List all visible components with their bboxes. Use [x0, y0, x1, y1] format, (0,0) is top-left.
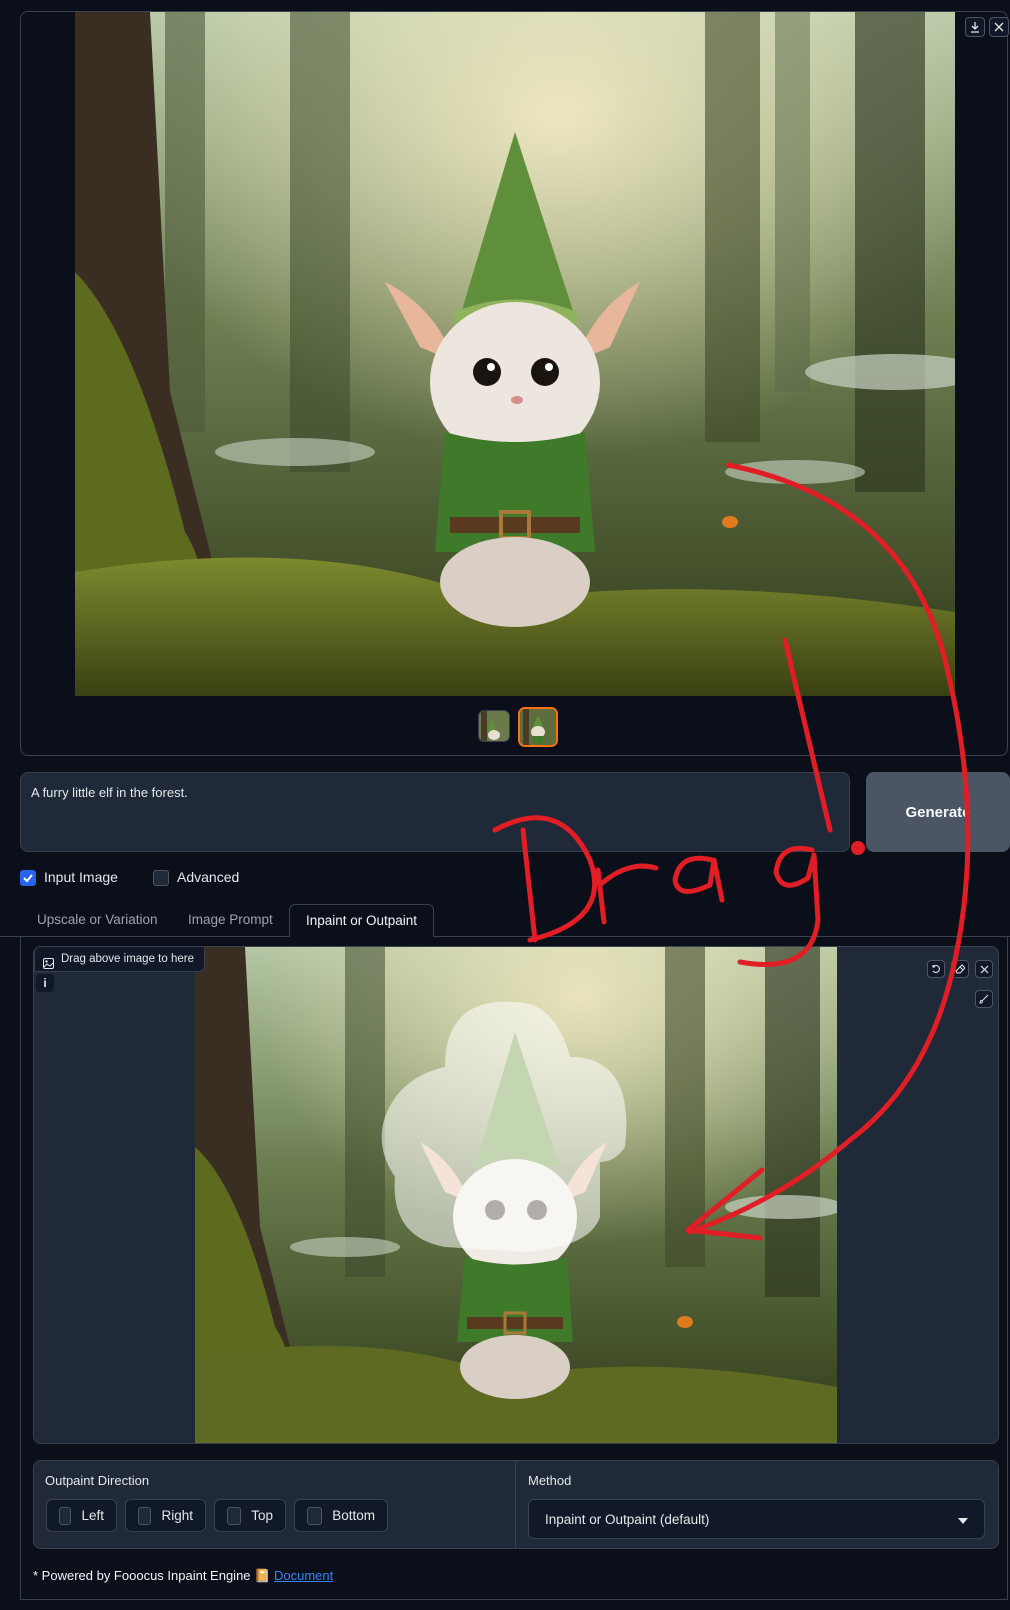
outpaint-direction-title: Outpaint Direction	[45, 1473, 150, 1488]
outpaint-bottom-label: Bottom	[332, 1508, 375, 1523]
outpaint-left-checkbox[interactable]: Left	[46, 1499, 117, 1532]
generated-image[interactable]	[75, 12, 955, 696]
advanced-checkbox[interactable]	[153, 870, 169, 886]
prompt-textarea[interactable]: A furry little elf in the forest.	[20, 772, 850, 852]
checkbox-box[interactable]	[307, 1506, 323, 1525]
checkbox-box[interactable]	[227, 1506, 242, 1525]
info-icon[interactable]: i	[36, 974, 54, 992]
eraser-icon[interactable]	[951, 960, 969, 978]
generate-button[interactable]: Generate	[866, 772, 1010, 852]
download-icon[interactable]	[965, 17, 985, 37]
tab-image-prompt[interactable]: Image Prompt	[188, 904, 273, 936]
inpaint-image[interactable]	[195, 947, 837, 1443]
annotation-exclamation-dot	[851, 841, 865, 855]
outpaint-bottom-checkbox[interactable]: Bottom	[294, 1499, 388, 1532]
close-icon[interactable]	[975, 960, 993, 978]
gallery-thumbnail[interactable]	[478, 710, 510, 742]
method-selected-value: Inpaint or Outpaint (default)	[545, 1511, 710, 1527]
outpaint-right-checkbox[interactable]: Right	[125, 1499, 206, 1532]
tab-upscale-or-variation[interactable]: Upscale or Variation	[37, 904, 158, 936]
document-link[interactable]: Document	[274, 1568, 333, 1583]
checkbox-box[interactable]	[138, 1506, 152, 1525]
outpaint-top-label: Top	[251, 1508, 273, 1523]
brush-icon[interactable]	[975, 990, 993, 1008]
caret-down-icon	[958, 1512, 968, 1527]
drag-image-label: Drag above image to here	[34, 946, 205, 972]
options-divider	[515, 1461, 516, 1548]
annotation-letter-a	[672, 855, 725, 903]
outpaint-top-checkbox[interactable]: Top	[214, 1499, 286, 1532]
gallery-thumbnail-selected[interactable]	[518, 707, 558, 747]
close-icon[interactable]	[989, 17, 1009, 37]
input-image-label: Input Image	[44, 869, 118, 885]
outpaint-right-label: Right	[161, 1508, 193, 1523]
input-image-checkbox[interactable]	[20, 870, 36, 886]
advanced-label: Advanced	[177, 869, 240, 885]
method-dropdown[interactable]: Inpaint or Outpaint (default)	[528, 1499, 985, 1539]
checkbox-box[interactable]	[59, 1506, 72, 1525]
notebook-icon: 📔	[254, 1568, 271, 1583]
footer-text: * Powered by Fooocus Inpaint Engine	[33, 1568, 251, 1583]
tab-inpaint-or-outpaint[interactable]: Inpaint or Outpaint	[289, 904, 434, 937]
annotation-letter-r	[595, 863, 659, 925]
method-title: Method	[528, 1473, 572, 1488]
drag-image-text: Drag above image to here	[61, 953, 194, 965]
undo-icon[interactable]	[927, 960, 945, 978]
footer-note: * Powered by Fooocus Inpaint Engine 📔 Do…	[33, 1568, 333, 1584]
outpaint-left-label: Left	[81, 1508, 104, 1523]
